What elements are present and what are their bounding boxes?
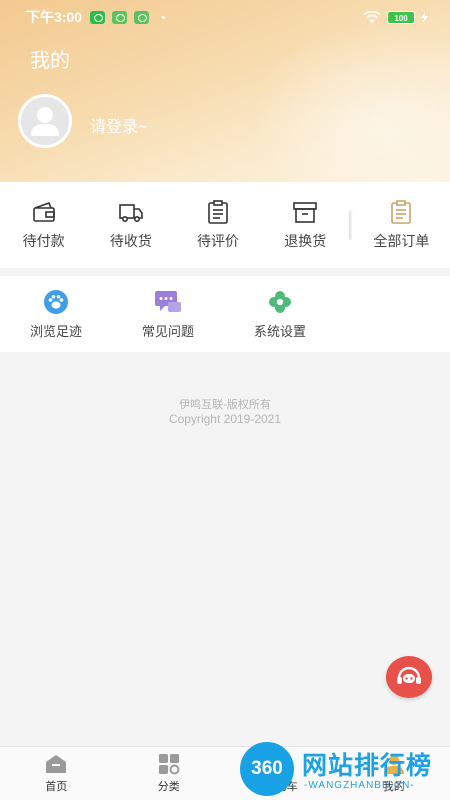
avatar[interactable] bbox=[18, 94, 72, 148]
order-pending-review[interactable]: 待评价 bbox=[174, 182, 261, 268]
copyright: 伊鸣互联-版权所有 Copyright 2019-2021 bbox=[0, 398, 450, 426]
order-status-bar: 待付款 待收货 待评价 退换货 全部订单 bbox=[0, 182, 450, 268]
tab-label: 首页 bbox=[45, 781, 68, 793]
order-pending-receipt[interactable]: 待收货 bbox=[87, 182, 174, 268]
tool-browse-history[interactable]: 浏览足迹 bbox=[0, 276, 112, 352]
settings-flower-icon bbox=[269, 290, 291, 313]
tab-profile[interactable]: 我的 bbox=[338, 747, 450, 800]
status-time: 下午3:00 bbox=[26, 9, 83, 25]
tool-settings[interactable]: 系统设置 bbox=[224, 276, 336, 352]
bottom-tab-bar: 首页 分类 购物车 我的 bbox=[0, 746, 450, 800]
order-label: 退换货 bbox=[284, 233, 327, 249]
return-box-icon bbox=[293, 202, 318, 223]
tool-label: 常见问题 bbox=[141, 323, 194, 339]
orders-list-icon bbox=[391, 200, 412, 224]
customer-service-button[interactable] bbox=[386, 656, 432, 698]
wifi-icon bbox=[363, 10, 381, 23]
tab-label: 我的 bbox=[382, 781, 405, 793]
tool-label: 浏览足迹 bbox=[29, 323, 82, 339]
faq-chat-icon bbox=[155, 290, 181, 312]
tool-faq[interactable]: 常见问题 bbox=[112, 276, 224, 352]
order-label: 全部订单 bbox=[373, 233, 430, 249]
login-prompt[interactable]: 请登录~ bbox=[90, 113, 147, 137]
home-icon bbox=[46, 755, 67, 773]
order-returns[interactable]: 退换货 bbox=[262, 182, 349, 268]
tab-cart[interactable]: 购物车 bbox=[225, 747, 338, 800]
order-label: 待付款 bbox=[22, 233, 65, 249]
page-title: 我的 bbox=[30, 50, 70, 72]
profile-header: 下午3:00 100 我的 请登录~ bbox=[0, 0, 450, 182]
wallet-icon bbox=[32, 201, 55, 222]
clipboard-icon bbox=[208, 200, 228, 224]
charging-icon bbox=[421, 11, 428, 23]
profile-icon bbox=[383, 755, 404, 774]
cart-icon bbox=[270, 754, 293, 774]
status-bar: 下午3:00 100 bbox=[0, 0, 450, 34]
headset-icon bbox=[397, 666, 421, 684]
app-notification-icon-2 bbox=[134, 10, 150, 24]
category-icon bbox=[158, 754, 180, 775]
tool-label: 系统设置 bbox=[253, 323, 306, 339]
more-notifications-dot bbox=[162, 15, 166, 19]
tab-label: 购物车 bbox=[264, 781, 298, 793]
copyright-line2: Copyright 2019-2021 bbox=[168, 412, 282, 426]
app-notification-icon bbox=[112, 10, 128, 24]
order-label: 待评价 bbox=[197, 233, 240, 249]
order-label: 待收货 bbox=[109, 233, 152, 249]
order-all[interactable]: 全部订单 bbox=[353, 182, 450, 268]
tools-section: 浏览足迹 常见问题 系统设置 bbox=[0, 276, 450, 352]
battery-icon: 100 bbox=[387, 10, 415, 24]
truck-icon bbox=[119, 204, 143, 222]
copyright-line1: 伊鸣互联-版权所有 bbox=[179, 399, 271, 411]
order-pending-payment[interactable]: 待付款 bbox=[0, 182, 87, 268]
wechat-notification-icon bbox=[90, 10, 106, 24]
tab-home[interactable]: 首页 bbox=[0, 747, 113, 800]
footprint-icon bbox=[44, 289, 68, 314]
default-avatar-icon bbox=[31, 107, 59, 136]
tab-label: 分类 bbox=[157, 781, 180, 793]
tab-category[interactable]: 分类 bbox=[113, 747, 226, 800]
status-right: 100 bbox=[363, 10, 428, 24]
